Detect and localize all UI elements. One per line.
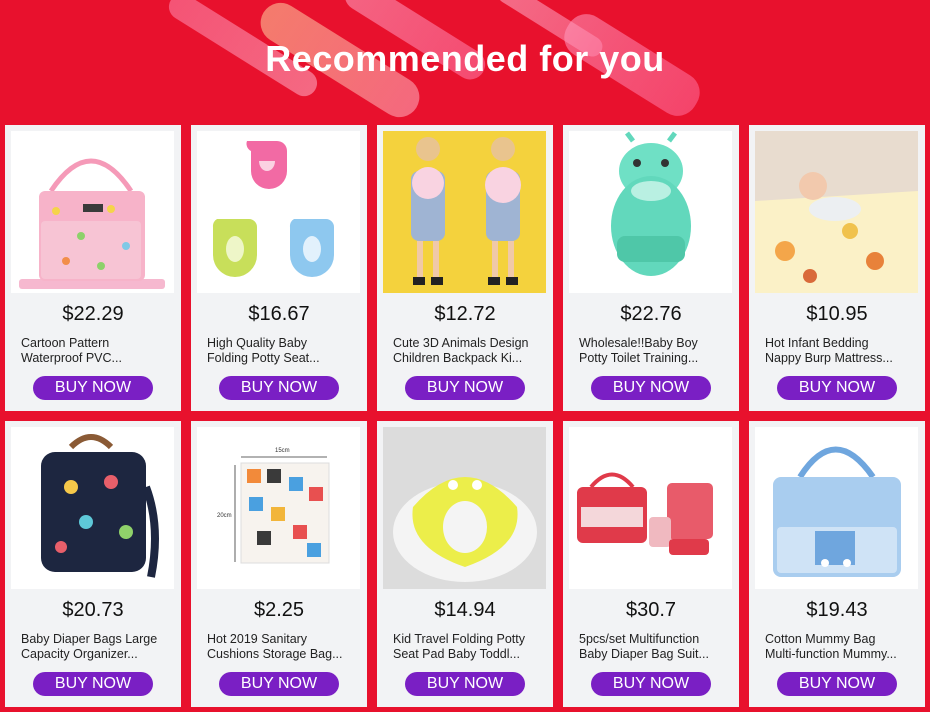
product-title-line: 5pcs/set Multifunction: [579, 632, 700, 646]
product-card[interactable]: $14.94 Kid Travel Folding Potty Seat Pad…: [377, 421, 553, 707]
blue-mummy-bag-image[interactable]: [755, 427, 918, 589]
product-price: $30.7: [625, 599, 677, 621]
buy-now-button[interactable]: BUY NOW: [33, 376, 153, 400]
product-card[interactable]: $12.72 Cute 3D Animals Design Children B…: [377, 125, 553, 411]
product-title[interactable]: Cotton Mummy Bag Multi-function Mummy...: [765, 632, 915, 662]
navy-diaper-backpack-image[interactable]: [11, 427, 174, 589]
cow-potty-urinal-image[interactable]: [569, 131, 732, 293]
red-bag-set-image[interactable]: [569, 427, 732, 589]
product-card[interactable]: 15cm 20cm $2.25 Hot 2019 Sanitary Cushio…: [191, 421, 367, 707]
product-title-line: Folding Potty Seat...: [207, 351, 320, 365]
product-title-line: Multi-function Mummy...: [765, 647, 897, 661]
product-title[interactable]: Hot 2019 Sanitary Cushions Storage Bag..…: [207, 632, 357, 662]
product-price: $14.94: [434, 599, 496, 621]
product-card[interactable]: $19.43 Cotton Mummy Bag Multi-function M…: [749, 421, 925, 707]
dimension-height-label: 20cm: [217, 513, 232, 519]
buy-now-button[interactable]: BUY NOW: [219, 376, 339, 400]
product-title-line: Cushions Storage Bag...: [207, 647, 343, 661]
product-title-line: Cartoon Pattern: [21, 336, 110, 350]
folding-potty-seats-image[interactable]: [197, 131, 360, 293]
product-title[interactable]: 5pcs/set Multifunction Baby Diaper Bag S…: [579, 632, 729, 662]
product-title-line: Children Backpack Ki...: [393, 351, 523, 365]
product-price: $10.95: [806, 303, 868, 325]
product-title-line: Baby Diaper Bag Suit...: [579, 647, 709, 661]
product-title[interactable]: Wholesale!!Baby Boy Potty Toilet Trainin…: [579, 336, 729, 366]
buy-now-button[interactable]: BUY NOW: [405, 376, 525, 400]
product-price: $2.25: [253, 599, 305, 621]
pink-diaper-bag-image[interactable]: [11, 131, 174, 293]
product-card[interactable]: $10.95 Hot Infant Bedding Nappy Burp Mat…: [749, 125, 925, 411]
product-title-line: Nappy Burp Mattress...: [765, 351, 893, 365]
product-title[interactable]: High Quality Baby Folding Potty Seat...: [207, 336, 357, 366]
product-title[interactable]: Baby Diaper Bags Large Capacity Organize…: [21, 632, 171, 662]
buy-now-button[interactable]: BUY NOW: [591, 672, 711, 696]
product-title-line: Kid Travel Folding Potty: [393, 632, 526, 646]
buy-now-button[interactable]: BUY NOW: [219, 672, 339, 696]
product-title-line: Hot 2019 Sanitary: [207, 632, 308, 646]
buy-now-button[interactable]: BUY NOW: [777, 376, 897, 400]
product-price: $20.73: [62, 599, 124, 621]
product-title[interactable]: Cute 3D Animals Design Children Backpack…: [393, 336, 543, 366]
product-card[interactable]: $16.67 High Quality Baby Folding Potty S…: [191, 125, 367, 411]
product-price: $22.29: [62, 303, 124, 325]
product-title-line: Capacity Organizer...: [21, 647, 138, 661]
baby-play-mat-image[interactable]: [755, 131, 918, 293]
product-title-line: High Quality Baby: [207, 336, 308, 350]
kids-backpack-image[interactable]: [383, 131, 546, 293]
product-price: $16.67: [248, 303, 310, 325]
product-title-line: Hot Infant Bedding: [765, 336, 869, 350]
buy-now-button[interactable]: BUY NOW: [405, 672, 525, 696]
product-price: $22.76: [620, 303, 682, 325]
product-title-line: Cute 3D Animals Design: [393, 336, 529, 350]
product-title-line: Seat Pad Baby Toddl...: [393, 647, 520, 661]
product-card[interactable]: $30.7 5pcs/set Multifunction Baby Diaper…: [563, 421, 739, 707]
product-title[interactable]: Hot Infant Bedding Nappy Burp Mattress..…: [765, 336, 915, 366]
product-title[interactable]: Cartoon Pattern Waterproof PVC...: [21, 336, 171, 366]
product-card[interactable]: $20.73 Baby Diaper Bags Large Capacity O…: [5, 421, 181, 707]
product-card[interactable]: $22.29 Cartoon Pattern Waterproof PVC...…: [5, 125, 181, 411]
product-title-line: Cotton Mummy Bag: [765, 632, 876, 646]
buy-now-button[interactable]: BUY NOW: [33, 672, 153, 696]
buy-now-button[interactable]: BUY NOW: [777, 672, 897, 696]
product-title[interactable]: Kid Travel Folding Potty Seat Pad Baby T…: [393, 632, 543, 662]
product-grid: $22.29 Cartoon Pattern Waterproof PVC...…: [5, 125, 930, 712]
buy-now-button[interactable]: BUY NOW: [591, 376, 711, 400]
product-price: $19.43: [806, 599, 868, 621]
product-card[interactable]: $22.76 Wholesale!!Baby Boy Potty Toilet …: [563, 125, 739, 411]
storage-bag-image[interactable]: 15cm 20cm: [197, 427, 360, 589]
dimension-width-label: 15cm: [275, 448, 290, 454]
product-title-line: Potty Toilet Training...: [579, 351, 699, 365]
travel-potty-seat-image[interactable]: [383, 427, 546, 589]
page-title: Recommended for you: [265, 38, 665, 79]
product-price: $12.72: [434, 303, 496, 325]
product-title-line: Waterproof PVC...: [21, 351, 122, 365]
product-title-line: Wholesale!!Baby Boy: [579, 336, 698, 350]
product-title-line: Baby Diaper Bags Large: [21, 632, 158, 646]
